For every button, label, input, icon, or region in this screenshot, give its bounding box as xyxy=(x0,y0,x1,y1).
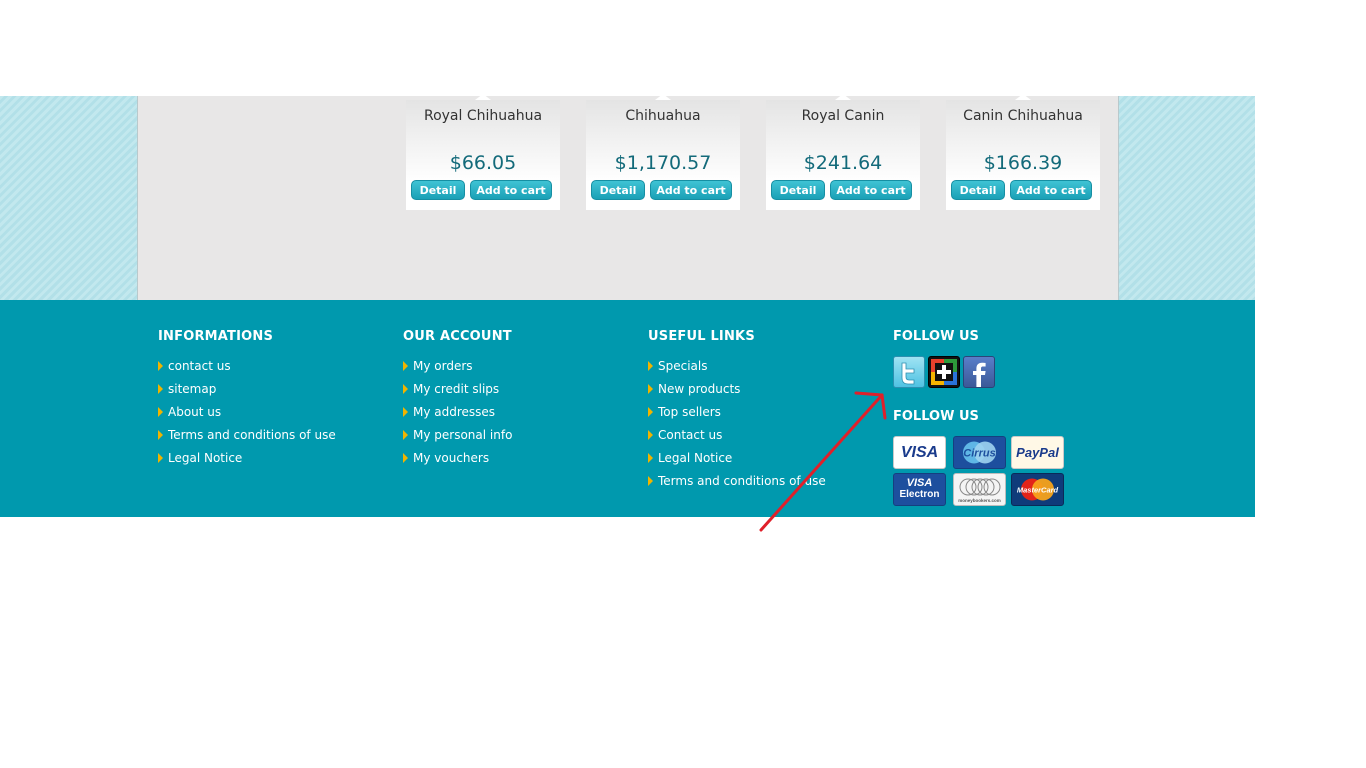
annotation-arrow xyxy=(759,391,887,532)
